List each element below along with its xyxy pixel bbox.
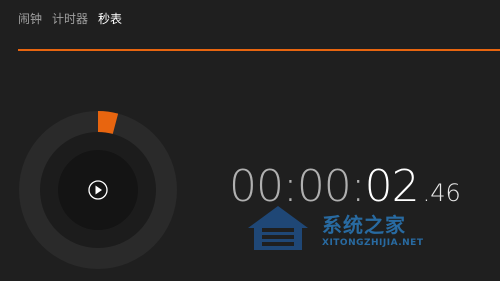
watermark-subtext: XITONGZHIJIA.NET [322, 238, 424, 248]
stopwatch-dial [18, 110, 178, 270]
watermark-text: 系统之家 [322, 213, 406, 237]
tab-timer[interactable]: 计时器 [52, 10, 88, 27]
tab-alarm[interactable]: 闹钟 [18, 10, 42, 27]
watermark: 系统之家 XITONGZHIJIA.NET [240, 198, 450, 260]
tab-stopwatch[interactable]: 秒表 [98, 10, 122, 27]
header-divider [18, 49, 500, 51]
stopwatch-dial-graphic [19, 111, 177, 269]
tab-bar: 闹钟 计时器 秒表 [18, 10, 122, 27]
